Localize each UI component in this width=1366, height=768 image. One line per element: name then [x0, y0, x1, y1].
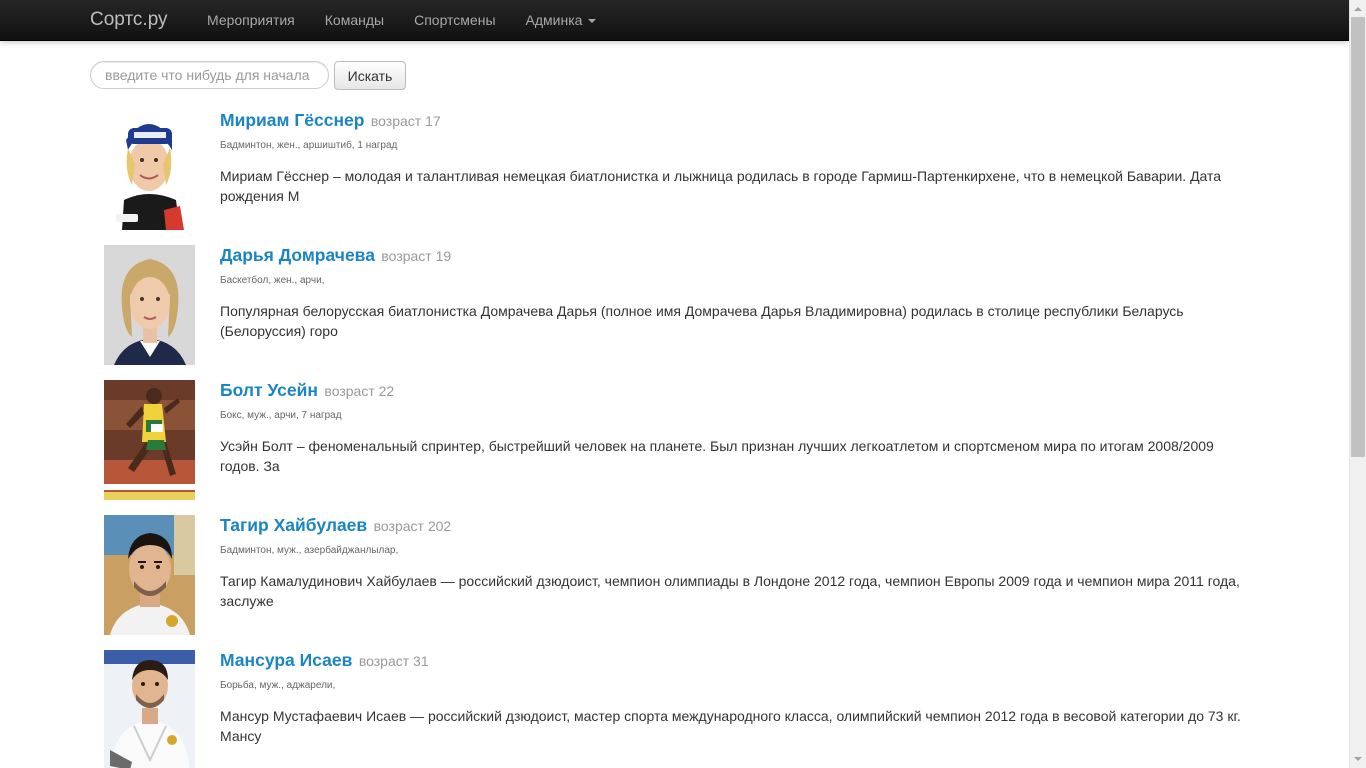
page: Сортс.ру Мероприятия Команды Спортсмены …: [0, 0, 1349, 768]
athlete-meta: Бокс, муж., арчи, 7 наград: [220, 410, 342, 421]
nav-item-events[interactable]: Мероприятия: [192, 0, 310, 40]
athlete-photo[interactable]: [104, 110, 195, 230]
athlete-heading: Тагир Хайбулаев возраст 202: [220, 515, 451, 537]
athlete-heading: Дарья Домрачева возраст 19: [220, 245, 451, 267]
athlete-name-link[interactable]: Болт Усейн: [220, 380, 318, 400]
athlete-name-link[interactable]: Мириам Гёсснер: [220, 110, 364, 130]
nav-item-label: Команды: [324, 12, 385, 28]
athlete-photo[interactable]: [104, 380, 195, 500]
search-input[interactable]: [90, 61, 329, 89]
nav-menu: Мероприятия Команды Спортсмены Админка: [192, 0, 611, 40]
nav-item-teams[interactable]: Команды: [310, 0, 399, 40]
athlete-photo-image: [104, 380, 195, 500]
nav-item-label: Спортсмены: [414, 12, 496, 28]
athlete-description: Усэйн Болт – феноменальный спринтер, быс…: [220, 438, 1214, 474]
athlete-item: Тагир Хайбулаев возраст 202 Бадминтон, м…: [104, 515, 1254, 635]
athlete-heading: Мириам Гёсснер возраст 17: [220, 110, 441, 132]
athlete-photo-image: [104, 650, 195, 768]
athlete-name-link[interactable]: Тагир Хайбулаев: [220, 515, 367, 535]
athlete-heading: Мансура Исаев возраст 31: [220, 650, 429, 672]
athlete-description: Популярная белорусская биатлонистка Домр…: [220, 303, 1184, 339]
athlete-photo[interactable]: [104, 515, 195, 635]
athlete-photo[interactable]: [104, 650, 195, 768]
athlete-meta: Баскетбол, жен., арчи,: [220, 275, 325, 286]
athlete-description: Мансур Мустафаевич Исаев — российский дз…: [220, 708, 1241, 744]
athlete-item: Мансура Исаев возраст 31 Борьба, муж., а…: [104, 650, 1254, 768]
search-button[interactable]: Искать: [334, 61, 406, 90]
brand-link[interactable]: Сортс.ру: [90, 0, 168, 40]
athlete-name-link[interactable]: Мансура Исаев: [220, 650, 352, 670]
athlete-description: Мириам Гёсснер – молодая и талантливая н…: [220, 168, 1222, 204]
athlete-heading: Болт Усейн возраст 22: [220, 380, 394, 402]
athlete-item: Мириам Гёсснер возраст 17 Бадминтон, жен…: [104, 110, 1254, 230]
caret-down-icon: [588, 19, 597, 24]
navbar: Сортс.ру Мероприятия Команды Спортсмены …: [0, 0, 1349, 41]
athlete-meta: Бадминтон, жен., аршиштиб, 1 наград: [220, 140, 398, 151]
athlete-name-link[interactable]: Дарья Домрачева: [220, 245, 375, 265]
vertical-scrollbar[interactable]: [1349, 0, 1366, 768]
athlete-age: возраст 202: [373, 518, 452, 534]
athlete-age: возраст 22: [324, 383, 395, 399]
nav-item-label: Мероприятия: [207, 12, 295, 28]
athlete-description: Тагир Камалудинович Хайбулаев — российск…: [220, 573, 1240, 609]
athlete-photo[interactable]: [104, 245, 195, 365]
nav-item-admin-dropdown[interactable]: Админка: [511, 0, 612, 40]
athlete-photo-image: [104, 110, 195, 230]
scroll-up-arrow-icon[interactable]: [1350, 0, 1366, 17]
nav-item-label: Админка: [525, 12, 583, 28]
athlete-age: возраст 19: [381, 248, 452, 264]
athlete-item: Болт Усейн возраст 22 Бокс, муж., арчи, …: [104, 380, 1254, 500]
scrollbar-thumb[interactable]: [1351, 17, 1365, 457]
athlete-age: возраст 17: [370, 113, 441, 129]
athlete-photo-image: [104, 245, 195, 365]
athlete-meta: Борьба, муж., аджарели,: [220, 680, 336, 691]
nav-item-athletes[interactable]: Спортсмены: [399, 0, 510, 40]
athlete-age: возраст 31: [358, 653, 429, 669]
athlete-meta: Бадминтон, муж., азербайджанлылар,: [220, 545, 399, 556]
scroll-down-arrow-icon[interactable]: [1350, 751, 1366, 768]
athlete-item: Дарья Домрачева возраст 19 Баскетбол, же…: [104, 245, 1254, 365]
athlete-photo-image: [104, 515, 195, 635]
